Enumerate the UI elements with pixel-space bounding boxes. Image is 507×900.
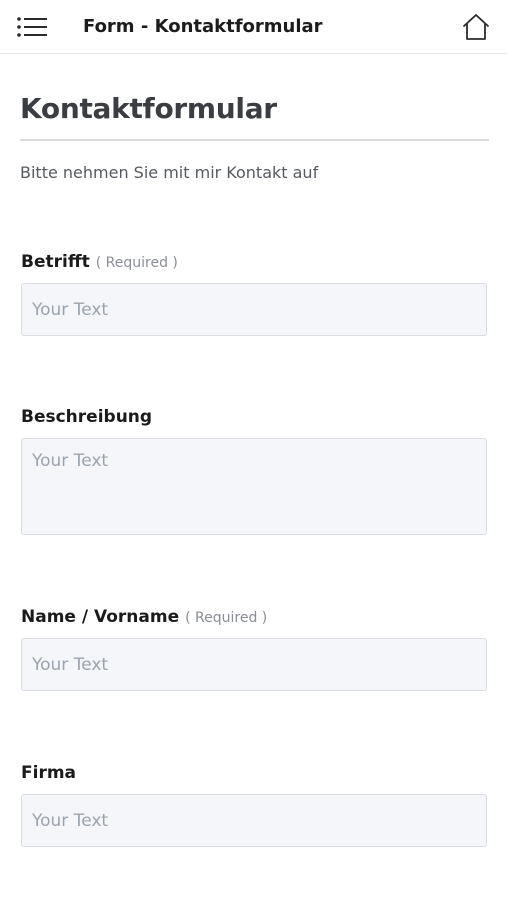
- field-label-text: Betrifft: [21, 252, 90, 272]
- beschreibung-textarea[interactable]: [21, 438, 487, 535]
- name-input[interactable]: [21, 638, 487, 691]
- home-icon[interactable]: [461, 13, 491, 41]
- betrifft-input[interactable]: [21, 283, 487, 336]
- intro-text: Bitte nehmen Sie mit mir Kontakt auf: [20, 163, 319, 182]
- field-label-text: Beschreibung: [21, 407, 153, 427]
- field-label-text: Name / Vorname: [21, 607, 180, 627]
- field-label-text: Firma: [21, 763, 77, 783]
- field-label-beschreibung: Beschreibung: [21, 407, 152, 427]
- title-divider: [20, 139, 489, 141]
- page-title: Kontaktformular: [20, 92, 277, 125]
- required-hint: ( Required ): [95, 255, 178, 271]
- list-menu-icon[interactable]: [16, 14, 50, 40]
- field-label-name: Name / Vorname ( Required ): [21, 607, 267, 627]
- firma-input[interactable]: [21, 794, 487, 847]
- top-app-bar: Form - Kontaktformular: [0, 0, 507, 54]
- header-title: Form - Kontaktformular: [83, 16, 323, 37]
- field-label-firma: Firma: [21, 763, 76, 783]
- field-label-betrifft: Betrifft ( Required ): [21, 252, 178, 272]
- required-hint: ( Required ): [185, 610, 268, 626]
